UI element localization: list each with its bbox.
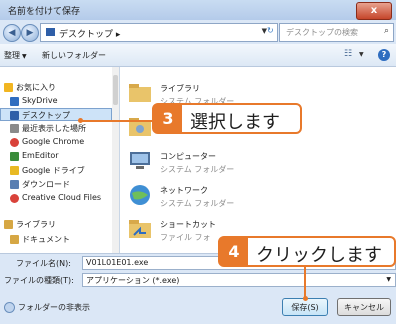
new-folder-button[interactable]: 新しいフォルダー [42, 50, 106, 61]
nav-item-google-drive[interactable]: Google ドライブ [0, 164, 112, 177]
shortcut-icon [129, 220, 151, 238]
creative-cloud-icon [10, 194, 19, 203]
library-folder-icon [129, 84, 151, 102]
search-input[interactable]: デスクトップの検索 ⌕ [279, 23, 394, 42]
address-path: デスクトップ ▸ [59, 30, 121, 40]
nav-item-libraries[interactable]: ライブラリ [0, 218, 112, 231]
library-icon [4, 220, 13, 229]
recent-icon [10, 124, 19, 133]
filetype-label: ファイルの種類(T): [4, 276, 74, 285]
desktop-icon [10, 111, 19, 120]
close-button[interactable]: x [356, 2, 392, 20]
collapse-icon [4, 302, 15, 313]
forward-icon[interactable]: ▶ [21, 24, 39, 42]
organize-menu[interactable]: 整理 ▼ [4, 50, 27, 61]
save-as-dialog: 名前を付けて保存 x ◀ ▶ デスクトップ ▸ ▼ ↻ デスクトップの検索 ⌕ … [0, 0, 396, 324]
chevron-down-icon: ▼ [22, 53, 27, 60]
callout-connector [304, 267, 306, 298]
download-icon [10, 180, 19, 189]
title-bar: 名前を付けて保存 x [0, 0, 396, 20]
scrollbar-thumb[interactable] [113, 75, 118, 105]
callout-step-4: 4 クリックします [218, 236, 396, 267]
callout-step-3: 3 選択します [152, 103, 302, 134]
callout-text: 選択します [190, 112, 280, 133]
window-title: 名前を付けて保存 [8, 7, 81, 17]
search-placeholder: デスクトップの検索 [286, 28, 358, 37]
callout-text: クリックします [256, 245, 382, 266]
file-list: ライブラリ システム フォルダー コンピューター システム フォルダー ネットワ… [120, 67, 396, 253]
nav-item-chrome[interactable]: Google Chrome [0, 136, 112, 149]
nav-item-creative-cloud[interactable]: Creative Cloud Files [0, 192, 112, 205]
cancel-button[interactable]: キャンセル [337, 298, 391, 316]
nav-item-favorites[interactable]: お気に入り [0, 81, 112, 94]
user-folder-icon [129, 118, 151, 136]
file-item-network[interactable]: ネットワーク システム フォルダー [128, 181, 368, 215]
nav-scrollbar[interactable] [112, 67, 119, 253]
step-number-badge: 4 [220, 238, 248, 265]
filetype-value: アプリケーション (*.exe) [86, 276, 180, 285]
search-icon[interactable]: ⌕ [384, 26, 389, 36]
nav-item-documents[interactable]: ドキュメント [0, 233, 112, 246]
help-icon[interactable]: ? [378, 49, 390, 61]
refresh-icon[interactable]: ↻ [267, 26, 276, 38]
callout-pointer-dot [303, 296, 308, 301]
nav-item-downloads[interactable]: ダウンロード [0, 178, 112, 191]
nav-item-skydrive[interactable]: SkyDrive [0, 95, 112, 108]
file-item-computer[interactable]: コンピューター システム フォルダー [128, 147, 368, 181]
filename-value: V01L01E01.exe [86, 258, 149, 267]
document-icon [10, 235, 19, 244]
chevron-down-icon[interactable]: ▼ [386, 276, 391, 283]
desktop-icon [46, 28, 55, 36]
address-bar[interactable]: デスクトップ ▸ ▼ ↻ [40, 23, 278, 42]
star-icon [4, 83, 13, 92]
navigation-pane: お気に入り SkyDrive デスクトップ 最近表示した場所 Google Ch… [0, 67, 112, 253]
step-number-badge: 3 [154, 105, 182, 132]
filename-label: ファイル名(N): [16, 259, 71, 268]
chrome-icon [10, 138, 19, 147]
cloud-icon [10, 97, 19, 106]
nav-item-recent[interactable]: 最近表示した場所 [0, 122, 112, 135]
view-options-icon[interactable]: ☷ [344, 49, 356, 60]
command-bar: 整理 ▼ 新しいフォルダー ☷ ▼ ? [0, 44, 396, 67]
filetype-select[interactable]: アプリケーション (*.exe) ▼ [82, 273, 396, 287]
computer-icon [130, 152, 150, 169]
hide-folders-button[interactable]: フォルダーの非表示 [4, 302, 90, 313]
chevron-down-icon[interactable]: ▼ [359, 51, 364, 58]
address-row: ◀ ▶ デスクトップ ▸ ▼ ↻ デスクトップの検索 ⌕ [0, 20, 396, 44]
network-icon [130, 185, 150, 205]
nav-item-emeditor[interactable]: EmEditor [0, 150, 112, 163]
callout-connector [82, 120, 154, 122]
drive-icon [10, 166, 19, 175]
back-icon[interactable]: ◀ [3, 24, 21, 42]
emeditor-icon [10, 152, 19, 161]
